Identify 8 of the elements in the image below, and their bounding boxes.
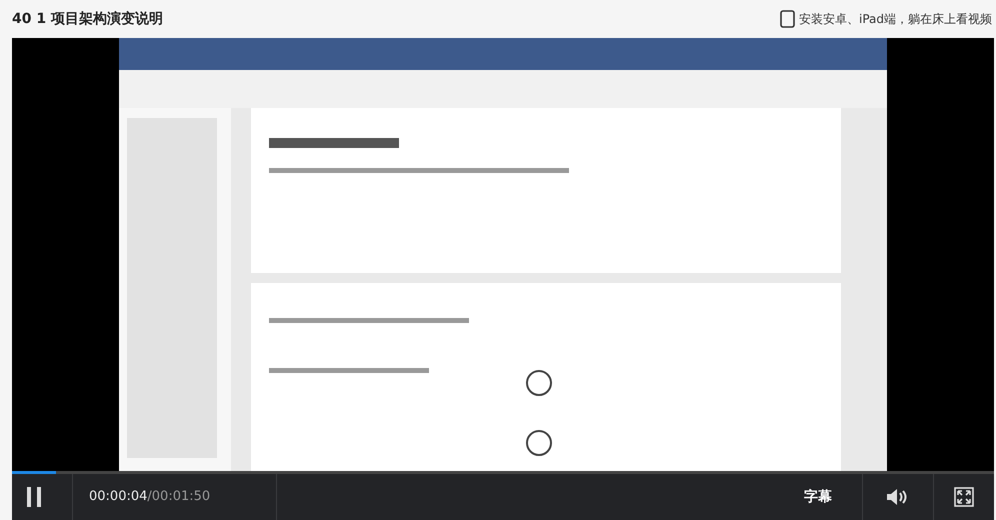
current-time: 00:00:04	[89, 488, 148, 506]
duration: /00:01:50	[147, 488, 210, 506]
app-download-link[interactable]: 安装安卓、iPad端，躺在床上看视频	[798, 10, 992, 28]
video-title: 40 1 项目架构演变说明	[12, 10, 163, 28]
pause-icon	[27, 487, 41, 507]
tablet-icon[interactable]	[780, 10, 795, 28]
subtitles-button[interactable]: 字幕	[798, 486, 838, 508]
fullscreen-icon	[954, 487, 974, 507]
